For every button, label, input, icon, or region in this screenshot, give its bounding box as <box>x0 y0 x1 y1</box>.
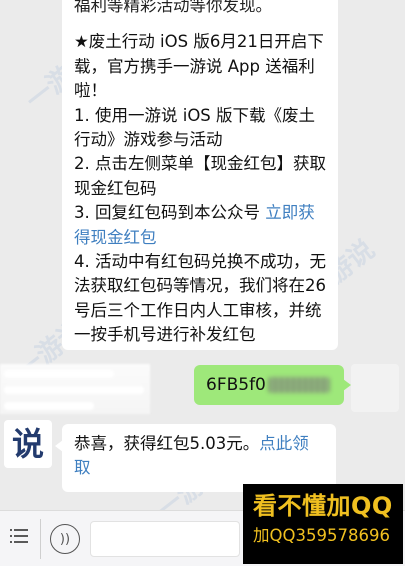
chat-area[interactable]: 一游说 一游说 一游说 一游说 一游说 一游说 福利等精彩活动等你发现。 ★废土… <box>0 0 405 526</box>
ad-line-1: 看不懂加QQ <box>253 492 393 520</box>
official-account-avatar[interactable]: 说 <box>4 420 52 468</box>
step-3-text: 3. 回复红包码到本公众号 <box>74 203 266 223</box>
announcement-text: ★废土行动 iOS 版6月21日开启下载，官方携手一游说 App 送福利啦！ <box>74 32 324 101</box>
message-partial-line: 福利等精彩活动等你发现。 <box>74 0 272 15</box>
message-bubble-code: 6FB5f0 <box>194 365 351 405</box>
step-2: 2. 点击左侧菜单【现金红包】获取现金红包码 <box>74 154 326 198</box>
blurred-sender <box>0 364 150 414</box>
red-packet-code: 6FB5f0 <box>206 375 266 395</box>
step-4: 4. 活动中有红包码兑换不成功，无法获取红包码等情况，我们将在26号后三个工作日… <box>74 252 326 345</box>
toolbar-divider <box>40 519 41 559</box>
ad-line-2: 加QQ359578696 <box>253 526 390 545</box>
user-avatar[interactable] <box>351 364 399 412</box>
message-bubble-reward: 恭喜，获得红包5.03元。点此领取 <box>55 424 336 492</box>
message-bubble-announcement: 福利等精彩活动等你发现。 ★废土行动 iOS 版6月21日开启下载，官方携手一游… <box>62 0 338 350</box>
voice-icon[interactable]: )) <box>50 524 80 554</box>
step-1: 1. 使用一游说 iOS 版下载《废土行动》游戏参与活动 <box>74 105 316 150</box>
qq-ad-overlay: 看不懂加QQ 加QQ359578696 <box>243 484 403 564</box>
code-redacted <box>267 377 330 393</box>
message-input[interactable] <box>90 521 240 557</box>
avatar-logo: 说 <box>11 425 44 463</box>
menu-icon[interactable] <box>10 527 28 545</box>
reward-text: 恭喜，获得红包5.03元。 <box>74 434 260 453</box>
step-3: 3. 回复红包码到本公众号 立即获得现金红包 <box>74 201 328 250</box>
